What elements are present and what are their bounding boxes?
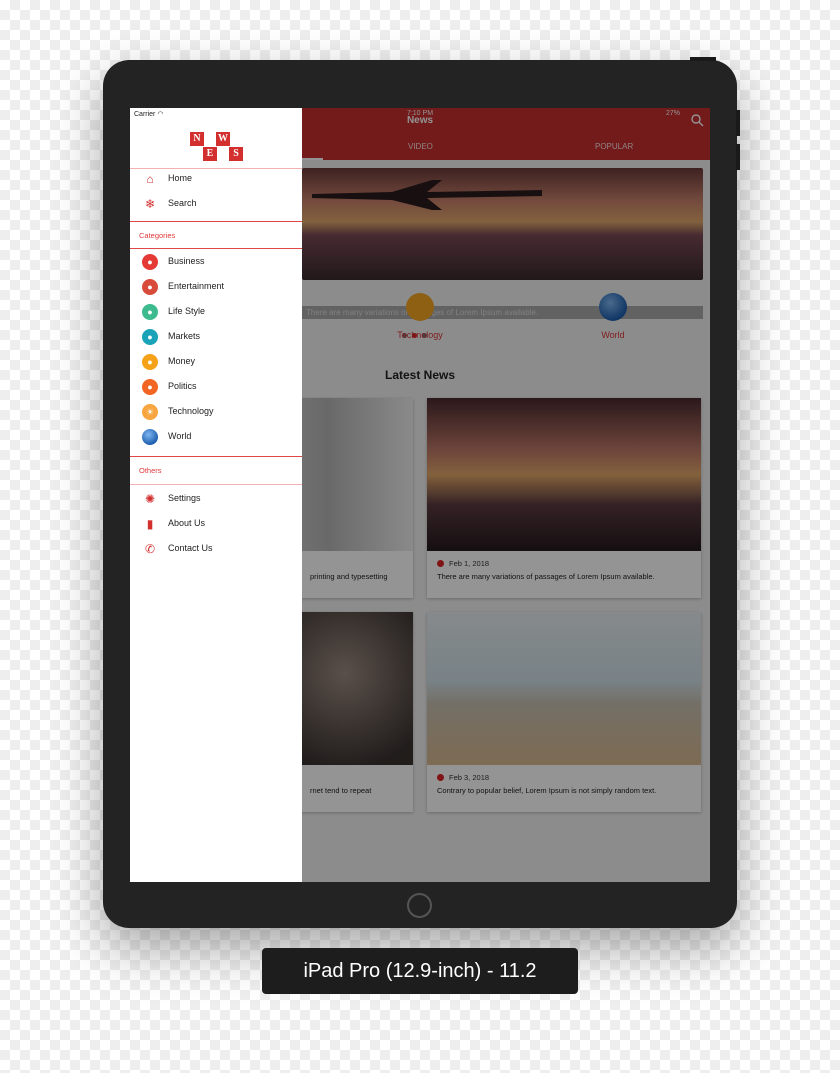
drawer-item-about[interactable]: ▮ About Us xyxy=(130,513,302,535)
device-label: iPad Pro (12.9-inch) - 11.2 xyxy=(262,948,578,994)
phone-icon: ✆ xyxy=(144,542,156,556)
drawer-item-money[interactable]: ● Money xyxy=(130,351,302,373)
business-icon: ● xyxy=(142,254,158,270)
drawer-item-home[interactable]: ⌂ Home xyxy=(130,168,302,190)
divider xyxy=(130,456,302,457)
politics-icon: ● xyxy=(142,379,158,395)
gear-icon: ✺ xyxy=(144,492,156,506)
globe-icon xyxy=(142,429,158,445)
entertainment-icon: ● xyxy=(142,279,158,295)
main-content: 7:10 PM News 27% VIDEO POPULAR There are… xyxy=(242,108,710,882)
snowflake-icon: ❄ xyxy=(144,197,156,211)
markets-icon: ● xyxy=(142,329,158,345)
power-button xyxy=(690,57,716,61)
home-icon: ⌂ xyxy=(146,172,154,186)
volume-button xyxy=(736,144,740,170)
technology-icon: ☀ xyxy=(142,404,158,420)
drawer-item-search[interactable]: ❄ Search xyxy=(130,193,302,215)
others-heading: Others xyxy=(139,466,162,475)
drawer-item-lifestyle[interactable]: ● Life Style xyxy=(130,301,302,323)
home-button[interactable] xyxy=(407,893,432,918)
news-logo: N W E S xyxy=(190,132,245,164)
bookmark-icon: ▮ xyxy=(146,517,154,531)
divider xyxy=(130,484,302,485)
drawer-item-markets[interactable]: ● Markets xyxy=(130,326,302,348)
divider xyxy=(130,248,302,249)
drawer-item-settings[interactable]: ✺ Settings xyxy=(130,488,302,510)
drawer-overlay[interactable] xyxy=(302,108,710,882)
drawer-item-entertainment[interactable]: ● Entertainment xyxy=(130,276,302,298)
screen: 7:10 PM News 27% VIDEO POPULAR There are… xyxy=(130,108,710,882)
drawer-item-business[interactable]: ● Business xyxy=(130,251,302,273)
status-carrier: Carrier ◠ xyxy=(134,111,164,118)
divider xyxy=(130,221,302,222)
lifestyle-icon: ● xyxy=(142,304,158,320)
drawer-item-politics[interactable]: ● Politics xyxy=(130,376,302,398)
money-icon: ● xyxy=(142,354,158,370)
side-drawer: Carrier ◠ N W E S ⌂ Home ❄ Search Categori… xyxy=(130,108,302,882)
wifi-icon: ◠ xyxy=(157,111,164,118)
drawer-item-technology[interactable]: ☀ Technology xyxy=(130,401,302,423)
volume-button xyxy=(736,110,740,136)
drawer-item-contact[interactable]: ✆ Contact Us xyxy=(130,538,302,560)
categories-heading: Categories xyxy=(139,231,176,240)
drawer-item-world[interactable]: World xyxy=(130,426,302,448)
